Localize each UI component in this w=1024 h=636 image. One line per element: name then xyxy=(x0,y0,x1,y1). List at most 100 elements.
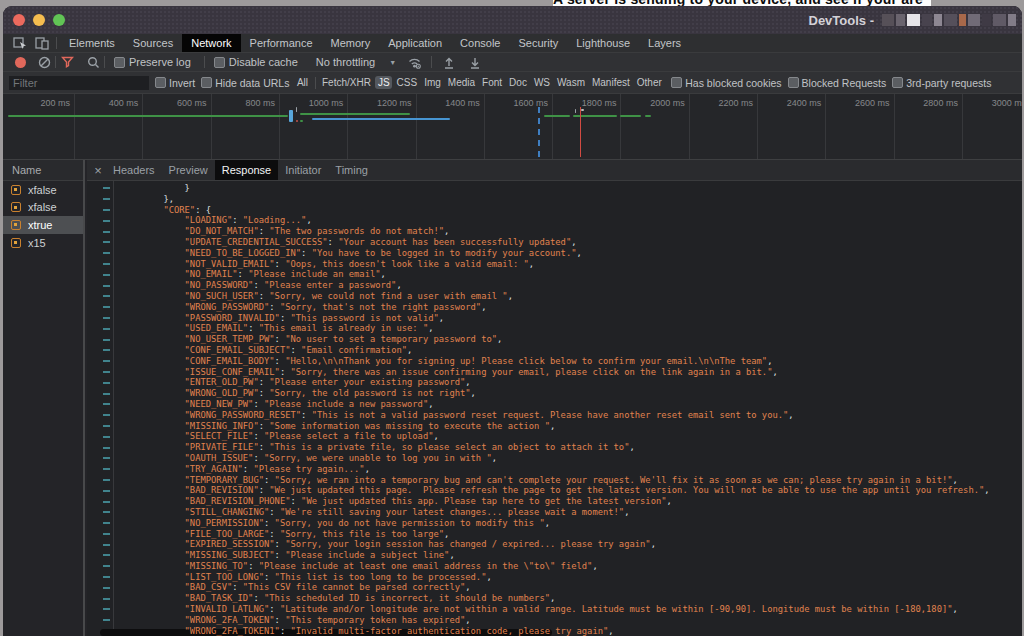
record-network-log-button[interactable] xyxy=(15,57,26,68)
close-window-button[interactable] xyxy=(13,14,25,26)
timeline-gridline xyxy=(552,94,553,159)
search-icon[interactable] xyxy=(85,54,101,70)
preserve-log-label: Preserve log xyxy=(129,56,191,68)
timeline-label: 1800 ms xyxy=(582,98,617,108)
timeline-gridline xyxy=(279,94,280,159)
filter-icon[interactable] xyxy=(59,54,75,70)
disable-cache-checkbox[interactable] xyxy=(214,57,225,68)
tab-performance[interactable]: Performance xyxy=(241,34,322,52)
request-row-x15[interactable]: x15 xyxy=(3,234,83,252)
timeline-label: 2400 ms xyxy=(787,98,822,108)
script-file-icon xyxy=(11,202,21,212)
timeline-gridline xyxy=(74,94,75,159)
tab-memory[interactable]: Memory xyxy=(322,34,380,52)
filter-input[interactable]: Filter xyxy=(9,76,149,90)
filter-pill-other[interactable]: Other xyxy=(634,76,664,89)
request-row-xfalse[interactable]: xfalse xyxy=(3,199,83,217)
request-detail-panel: × HeadersPreviewResponseInitiatorTiming … xyxy=(87,160,1022,636)
filter-checkbox-label: Has blocked cookies xyxy=(685,77,781,89)
3rd-party-requests-checkbox[interactable] xyxy=(892,77,903,88)
device-toolbar-icon[interactable] xyxy=(31,34,53,52)
tab-lighthouse[interactable]: Lighthouse xyxy=(567,34,639,52)
waterfall-bar xyxy=(300,113,410,115)
hide-data-urls-label: Hide data URLs xyxy=(215,77,289,89)
script-file-icon xyxy=(11,220,21,230)
waterfall-bar xyxy=(645,115,651,117)
response-gutter xyxy=(87,181,114,636)
name-column-header[interactable]: Name xyxy=(3,160,83,181)
timeline-gridline xyxy=(825,94,826,159)
network-overview-timeline[interactable]: 200 ms400 ms600 ms800 ms1000 ms1200 ms14… xyxy=(3,94,1022,160)
waterfall-bar xyxy=(575,109,576,113)
request-row-xfalse[interactable]: xfalse xyxy=(3,181,83,199)
load-event-line xyxy=(580,107,581,157)
chevron-down-icon: ▼ xyxy=(389,59,396,66)
close-detail-icon[interactable]: × xyxy=(90,160,106,180)
tab-sources[interactable]: Sources xyxy=(124,34,182,52)
response-code[interactable]: } }, "CORE": { "LOADING": "Loading...", … xyxy=(115,181,1022,636)
request-name: xtrue xyxy=(28,219,52,231)
inspect-element-icon[interactable] xyxy=(9,34,31,52)
filter-pill-ws[interactable]: WS xyxy=(531,76,552,89)
tab-network[interactable]: Network xyxy=(182,34,240,52)
filter-placeholder: Filter xyxy=(9,77,37,89)
tab-layers[interactable]: Layers xyxy=(639,34,690,52)
request-row-xtrue[interactable]: xtrue xyxy=(3,216,83,234)
tab-console[interactable]: Console xyxy=(451,34,509,52)
timeline-gridline xyxy=(484,94,485,159)
timeline-gridline xyxy=(416,94,417,159)
timeline-gridline xyxy=(211,94,212,159)
filter-pill-fetch-xhr[interactable]: Fetch/XHR xyxy=(320,76,374,89)
invert-checkbox[interactable] xyxy=(155,77,166,88)
timeline-label: 200 ms xyxy=(40,98,70,108)
domcontentloaded-line xyxy=(538,107,540,157)
devtools-tabbar: ElementsSourcesNetworkPerformanceMemoryA… xyxy=(3,34,1022,53)
filter-pill-all[interactable]: All xyxy=(294,76,310,89)
request-name: xfalse xyxy=(28,184,57,196)
timeline-label: 600 ms xyxy=(177,98,207,108)
timeline-label: 2000 ms xyxy=(650,98,685,108)
detail-tab-response[interactable]: Response xyxy=(215,160,279,180)
export-har-icon[interactable] xyxy=(467,54,483,70)
blocked-requests-checkbox[interactable] xyxy=(788,77,799,88)
preserve-log-checkbox[interactable] xyxy=(114,57,125,68)
filter-pill-media[interactable]: Media xyxy=(445,76,477,89)
redacted-url xyxy=(882,14,1016,26)
has-blocked-cookies-checkbox[interactable] xyxy=(671,77,682,88)
filter-pill-wasm[interactable]: Wasm xyxy=(555,76,588,89)
response-view: } }, "CORE": { "LOADING": "Loading...", … xyxy=(87,181,1022,636)
import-har-icon[interactable] xyxy=(441,54,457,70)
waterfall-bar xyxy=(300,120,303,122)
timeline-gridline xyxy=(142,94,143,159)
window-title: DevTools - xyxy=(809,13,875,28)
detail-tab-initiator[interactable]: Initiator xyxy=(278,160,328,180)
filter-pill-img[interactable]: Img xyxy=(422,76,444,89)
minimize-window-button[interactable] xyxy=(33,14,45,26)
timeline-gridline xyxy=(689,94,690,159)
timeline-label: 2200 ms xyxy=(718,98,753,108)
zoom-window-button[interactable] xyxy=(53,14,65,26)
timeline-gridline xyxy=(757,94,758,159)
hide-data-urls-checkbox[interactable] xyxy=(201,77,212,88)
throttling-select[interactable]: No throttling xyxy=(316,56,375,68)
tab-elements[interactable]: Elements xyxy=(60,34,124,52)
network-conditions-icon[interactable] xyxy=(406,54,422,70)
devtools-window: DevTools - ElementsSourcesNetworkPerform… xyxy=(3,6,1022,636)
clear-network-log-button[interactable] xyxy=(36,54,52,70)
tab-security[interactable]: Security xyxy=(509,34,567,52)
detail-tab-timing[interactable]: Timing xyxy=(328,160,375,180)
waterfall-bar xyxy=(620,115,641,117)
filter-pill-js[interactable]: JS xyxy=(375,76,392,89)
detail-tab-headers[interactable]: Headers xyxy=(106,160,162,180)
request-name: xfalse xyxy=(28,201,57,213)
tab-application[interactable]: Application xyxy=(379,34,451,52)
filter-pill-css[interactable]: CSS xyxy=(394,76,420,89)
requests-panel: Name xfalse xfalse xtrue x15 xyxy=(3,160,85,636)
filter-pill-doc[interactable]: Doc xyxy=(507,76,530,89)
waterfall-bar xyxy=(296,107,297,112)
waterfall-bar xyxy=(8,115,288,117)
filter-pill-font[interactable]: Font xyxy=(480,76,505,89)
timeline-label: 2800 ms xyxy=(923,98,958,108)
detail-tab-preview[interactable]: Preview xyxy=(162,160,215,180)
filter-pill-manifest[interactable]: Manifest xyxy=(589,76,632,89)
